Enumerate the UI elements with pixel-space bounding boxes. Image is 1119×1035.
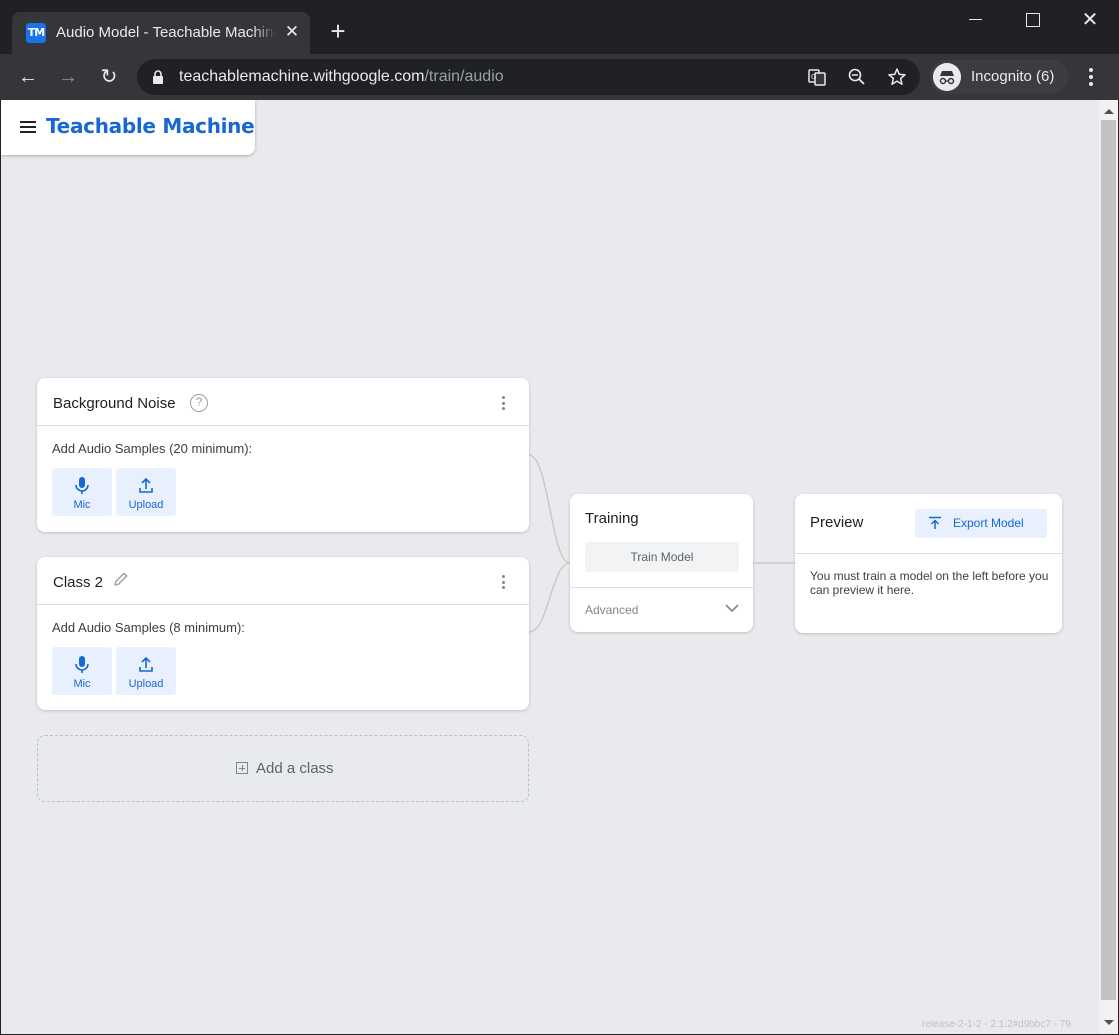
zoom-out-icon[interactable] <box>847 67 867 87</box>
incognito-icon <box>933 63 961 91</box>
version-label: release-2-1-2 - 2.1.2#d9bbc7 - 79 <box>922 1019 1071 1030</box>
browser-tab[interactable]: TM Audio Model - Teachable Machine ✕ <box>12 12 310 54</box>
url-text: teachablemachine.withgoogle.com/train/au… <box>179 68 504 86</box>
browser-toolbar: ← → ↻ teachablemachine.withgoogle.com/tr… <box>0 54 1119 100</box>
help-icon[interactable]: ? <box>190 394 208 412</box>
mic-icon <box>75 656 89 673</box>
preview-card: Preview Export Model You must train a mo… <box>795 494 1062 633</box>
address-bar[interactable]: teachablemachine.withgoogle.com/train/au… <box>137 59 920 95</box>
training-title: Training <box>585 510 639 527</box>
scroll-thumb[interactable] <box>1101 120 1116 1000</box>
browser-menu-button[interactable] <box>1080 65 1102 89</box>
train-model-button[interactable]: Train Model <box>585 542 739 572</box>
scroll-up-arrow[interactable] <box>1104 109 1114 114</box>
new-tab-button[interactable]: + <box>326 18 350 44</box>
url-path: /train/audio <box>424 68 504 85</box>
export-icon <box>929 516 941 529</box>
incognito-badge[interactable]: Incognito (6) <box>930 60 1068 94</box>
tab-title: Audio Model - Teachable Machine <box>56 24 276 41</box>
reload-button[interactable]: ↻ <box>96 64 122 90</box>
window-close-button[interactable]: ✕ <box>1078 8 1102 32</box>
class-card-class-2: Class 2 Add Audio Samples (8 minimum): M… <box>37 557 529 710</box>
tab-strip: TM Audio Model - Teachable Machine ✕ + ✕ <box>0 0 1119 54</box>
upload-button[interactable]: Upload <box>116 647 176 695</box>
export-model-button[interactable]: Export Model <box>915 509 1047 538</box>
add-box-icon <box>236 762 248 774</box>
divider <box>795 553 1062 554</box>
preview-message: You must train a model on the left befor… <box>810 569 1049 597</box>
more-vert-icon[interactable] <box>495 573 513 591</box>
upload-label: Upload <box>128 499 164 511</box>
divider <box>570 587 753 588</box>
url-host: teachablemachine.withgoogle.com <box>179 68 425 85</box>
class-card-header: Class 2 <box>37 557 529 605</box>
window-minimize-button[interactable] <box>964 8 988 32</box>
add-class-label: Add a class <box>256 760 334 777</box>
scroll-down-arrow[interactable] <box>1104 1020 1114 1025</box>
preview-title: Preview <box>810 514 864 531</box>
mic-label: Mic <box>73 499 91 511</box>
back-button[interactable]: ← <box>15 64 41 90</box>
upload-icon <box>139 656 153 672</box>
upload-icon <box>139 477 153 493</box>
incognito-label: Incognito (6) <box>971 68 1055 85</box>
class-name[interactable]: Class 2 <box>53 574 103 591</box>
export-model-label: Export Model <box>953 516 1024 530</box>
page-scrollbar[interactable] <box>1099 100 1118 1034</box>
mic-button[interactable]: Mic <box>52 647 112 695</box>
add-class-button[interactable]: Add a class <box>37 735 529 802</box>
samples-label: Add Audio Samples (8 minimum): <box>52 620 245 635</box>
training-card: Training Train Model Advanced <box>570 494 753 632</box>
mic-icon <box>75 477 89 494</box>
mic-button[interactable]: Mic <box>52 468 112 516</box>
class-card-header: Background Noise ? <box>37 378 529 426</box>
more-vert-icon[interactable] <box>495 394 513 412</box>
window-maximize-button[interactable] <box>1021 8 1045 32</box>
advanced-toggle[interactable]: Advanced <box>585 603 638 617</box>
chevron-down-icon[interactable] <box>724 600 740 616</box>
translate-icon[interactable]: G <box>807 67 827 87</box>
class-card-background-noise: Background Noise ? Add Audio Samples (20… <box>37 378 529 532</box>
upload-label: Upload <box>128 678 164 690</box>
star-icon[interactable] <box>887 67 907 87</box>
forward-button[interactable]: → <box>55 64 81 90</box>
page-viewport: Teachable Machine Background Noise ? Add… <box>1 100 1099 1034</box>
tab-close-icon[interactable]: ✕ <box>282 22 302 42</box>
edit-icon[interactable] <box>112 570 130 588</box>
tm-favicon-icon: TM <box>26 23 46 43</box>
lock-icon[interactable] <box>152 70 164 84</box>
mic-label: Mic <box>73 678 91 690</box>
samples-label: Add Audio Samples (20 minimum): <box>52 441 253 456</box>
class-name[interactable]: Background Noise <box>53 395 176 412</box>
svg-text:G: G <box>811 73 816 81</box>
upload-button[interactable]: Upload <box>116 468 176 516</box>
